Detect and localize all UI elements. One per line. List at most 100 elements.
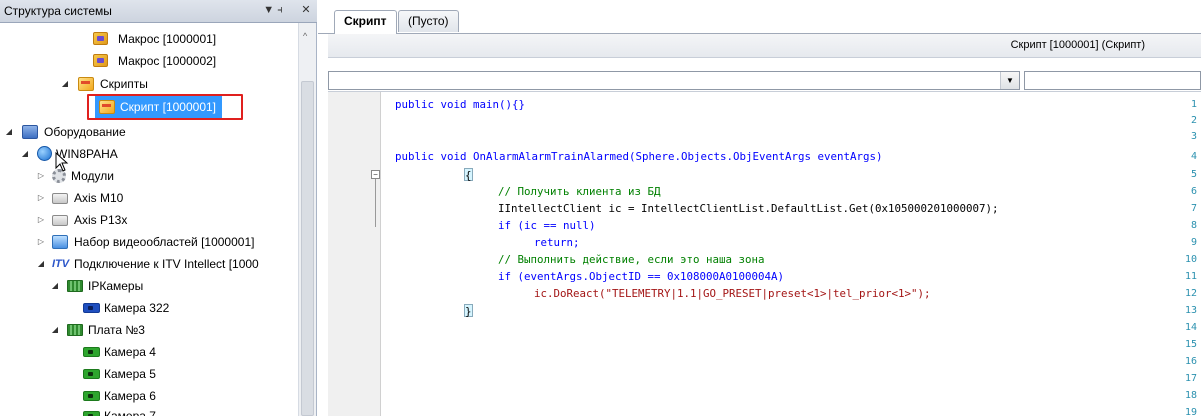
tree-item-modules[interactable]: ▷ Модули [36, 165, 286, 187]
collapsed-arrow-icon[interactable]: ▷ [36, 165, 46, 187]
scroll-up-icon[interactable]: ^ [303, 31, 307, 41]
tree-item-label: Подключение к ITV Intellect [1000 [74, 257, 259, 271]
tree-item-camera-7[interactable]: Камера 7 [83, 405, 283, 416]
tree-item-label: Камера 322 [104, 301, 170, 315]
line-number: 17 [1184, 373, 1197, 384]
line-number: 16 [1184, 356, 1197, 367]
tree-item-equipment[interactable]: ◢ Оборудование [4, 121, 254, 143]
tab-script[interactable]: Скрипт [334, 10, 397, 34]
video-areas-icon [52, 235, 68, 249]
camera-icon [83, 347, 100, 357]
code-line: ic.DoReact("TELEMETRY|1.1|GO_PRESET|pres… [534, 287, 931, 300]
line-number: 10 [1184, 254, 1197, 265]
tree-item-label: Оборудование [44, 125, 126, 139]
expanded-arrow-icon[interactable]: ◢ [60, 73, 70, 95]
script-editor-panel: Скрипт (Пусто) Скрипт [1000001] (Скрипт)… [318, 0, 1201, 416]
fold-guide [375, 174, 376, 227]
document-title: Скрипт [1000001] (Скрипт) [1010, 39, 1145, 51]
collapsed-arrow-icon[interactable]: ▷ [36, 231, 46, 253]
code-line: if (eventArgs.ObjectID == 0x108000A01000… [498, 270, 785, 283]
mouse-cursor-icon [55, 152, 69, 172]
scroll-thumb[interactable] [301, 81, 314, 416]
line-number: 15 [1184, 339, 1197, 350]
line-number: 18 [1184, 390, 1197, 401]
scripts-folder-icon [78, 77, 94, 91]
code-line: } [464, 304, 473, 318]
expanded-arrow-icon[interactable]: ◢ [50, 319, 60, 341]
tree-item-label: Макрос [1000001] [118, 32, 217, 46]
collapsed-arrow-icon[interactable]: ▷ [36, 209, 46, 231]
tree-item-camera-322[interactable]: Камера 322 [83, 297, 283, 319]
expanded-arrow-icon[interactable]: ◢ [36, 253, 46, 275]
tab-empty[interactable]: (Пусто) [398, 10, 459, 32]
tree-item-macro-1[interactable]: Макрос [1000001] [93, 28, 293, 50]
camera-icon [83, 303, 100, 313]
panel-title: Структура системы [4, 4, 112, 18]
tree-item-label: Скрипты [100, 77, 148, 91]
line-number: 5 [1190, 169, 1197, 180]
tree-item-scripts[interactable]: ◢ Скрипты [60, 73, 260, 95]
tree-item-itv-connection[interactable]: ◢ ITV Подключение к ITV Intellect [1000 [36, 253, 298, 275]
tree-item-axis-m10[interactable]: ▷ Axis M10 [36, 187, 286, 209]
equipment-icon [22, 125, 38, 139]
tree-item-video-areas[interactable]: ▷ Набор видеообластей [1000001] [36, 231, 296, 253]
code-comment: // Получить клиента из БД [498, 185, 661, 198]
tree-item-label: Макрос [1000002] [118, 54, 217, 68]
line-number: 13 [1184, 305, 1197, 316]
code-comment: // Выполнить действие, если это наша зон… [498, 253, 765, 266]
expanded-arrow-icon[interactable]: ◢ [20, 143, 30, 165]
tree-item-label: IPКамеры [88, 279, 144, 293]
expanded-arrow-icon[interactable]: ◢ [4, 121, 14, 143]
line-number: 7 [1190, 203, 1197, 214]
tree-item-board-3[interactable]: ◢ Плата №3 [50, 319, 290, 341]
globe-icon [37, 146, 52, 161]
collapsed-arrow-icon[interactable]: ▷ [36, 187, 46, 209]
code-line: public void main(){} [395, 98, 526, 111]
camera-icon [83, 411, 100, 416]
secondary-select[interactable] [1024, 71, 1201, 90]
tree-scrollbar[interactable]: ^ [298, 23, 316, 416]
itv-icon: ITV [52, 258, 70, 270]
macro-icon [93, 32, 108, 45]
line-number-gutter [328, 92, 381, 416]
board-icon [67, 280, 83, 292]
camera-icon [83, 391, 100, 401]
tab-strip: Скрипт (Пусто) [318, 0, 1201, 34]
code-line: { [464, 168, 473, 182]
line-number: 1 [1190, 99, 1197, 110]
tree-item-camera-4[interactable]: Камера 4 [83, 341, 283, 363]
panel-header: Структура системы ▼ ⫞ ✕ [0, 0, 317, 23]
line-number: 9 [1190, 237, 1197, 248]
fold-toggle-icon[interactable]: − [371, 170, 380, 179]
tree-item-macro-2[interactable]: Макрос [1000002] [93, 50, 293, 72]
tree-view: Макрос [1000001] Макрос [1000002] ◢ Скри… [0, 23, 298, 416]
code-line: IIntellectClient ic = IntellectClientLis… [498, 202, 999, 215]
line-number: 6 [1190, 186, 1197, 197]
board-icon [67, 324, 83, 336]
code-line: if (ic == null) [498, 219, 596, 232]
chevron-down-icon[interactable]: ▼ [1000, 72, 1019, 89]
close-icon[interactable]: ✕ [299, 2, 313, 18]
tree-item-label: Камера 7 [104, 409, 156, 416]
pin-icon[interactable]: ▼ ⫞ [262, 2, 284, 18]
expanded-arrow-icon[interactable]: ◢ [50, 275, 60, 297]
method-select[interactable]: ▼ [328, 71, 1020, 90]
line-number: 11 [1184, 271, 1197, 282]
tree-item-axis-p13x[interactable]: ▷ Axis P13x [36, 209, 286, 231]
line-number: 8 [1190, 220, 1197, 231]
line-number: 4 [1190, 151, 1197, 162]
device-icon [52, 215, 68, 226]
tree-item-ipcameras[interactable]: ◢ IPКамеры [50, 275, 290, 297]
line-number: 2 [1190, 115, 1197, 126]
tree-item-camera-5[interactable]: Камера 5 [83, 363, 283, 385]
tree-item-label: Камера 5 [104, 367, 156, 381]
code-editor[interactable]: − 1 2 3 4 5 6 7 8 9 10 11 12 13 14 15 16… [328, 91, 1201, 416]
code-line: public void OnAlarmAlarmTrainAlarmed(Sph… [395, 150, 883, 163]
tree-item-label: Axis M10 [74, 191, 124, 205]
tree-item-label: Модули [71, 169, 114, 183]
tree-item-label: Axis P13x [74, 213, 128, 227]
device-icon [52, 193, 68, 204]
tree-item-camera-6[interactable]: Камера 6 [83, 385, 283, 407]
highlight-box [87, 94, 243, 120]
tree-item-label: Камера 4 [104, 345, 156, 359]
